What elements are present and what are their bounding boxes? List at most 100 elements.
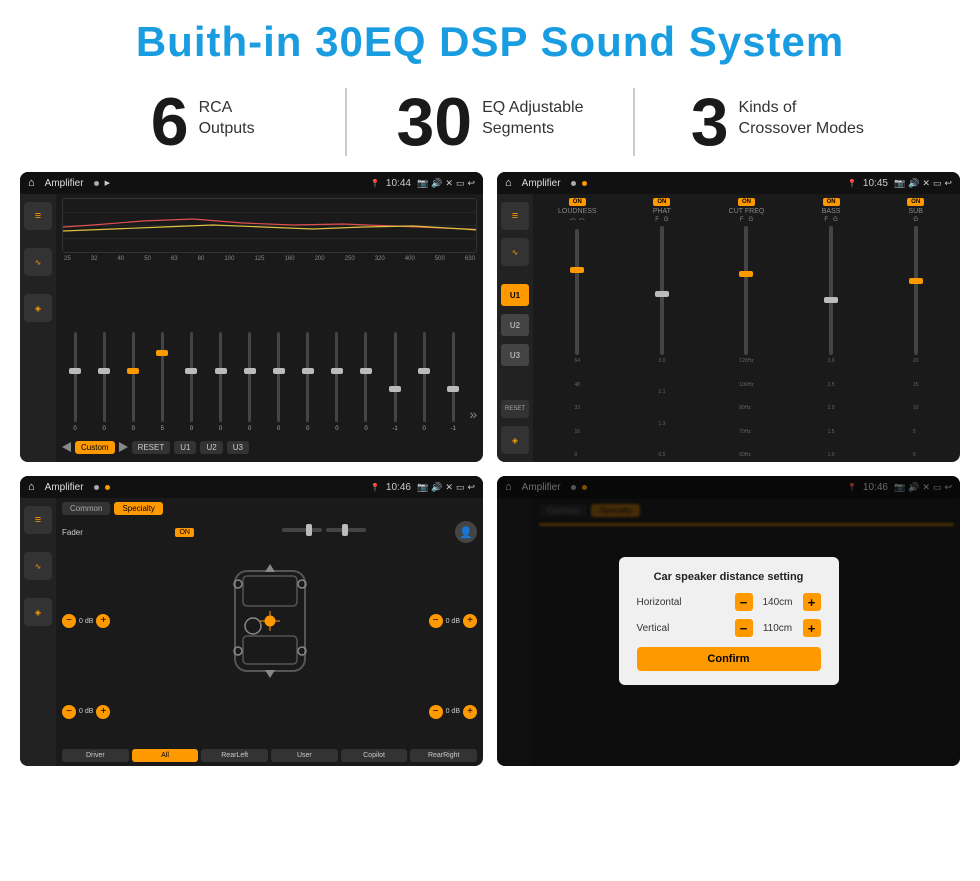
fader-on-badge: ON <box>175 528 194 537</box>
eq-u1-btn[interactable]: U1 <box>174 441 196 454</box>
eq-u2-btn[interactable]: U2 <box>200 441 222 454</box>
eq-col-2[interactable]: 0 <box>91 332 117 432</box>
btn-copilot[interactable]: Copilot <box>341 749 408 762</box>
cutfreq-on[interactable]: ON <box>738 198 755 206</box>
horizontal-minus-btn[interactable]: − <box>735 593 753 611</box>
fader-wave-icon[interactable]: ∿ <box>24 552 52 580</box>
eq-col-8[interactable]: 0 <box>266 332 292 432</box>
bass-label: BASS <box>822 208 841 215</box>
eq-sliders-area: 0 0 0 5 0 0 0 0 0 0 0 -1 0 -1 » <box>62 266 477 432</box>
fader-top: Fader ON 👤 <box>62 521 477 543</box>
dialog-title: Car speaker distance setting <box>637 571 821 583</box>
rr-minus[interactable]: − <box>429 705 443 719</box>
cutfreq-slider[interactable] <box>744 226 748 355</box>
vol-icon-1: 🔊 <box>431 178 442 189</box>
eq-custom-btn[interactable]: Custom <box>75 441 115 454</box>
fader-h-slider2[interactable] <box>326 528 366 532</box>
xover-ch-loudness: ON LOUDNESS ⌒⌒ 644832160 <box>537 198 618 458</box>
horizontal-plus-btn[interactable]: + <box>803 593 821 611</box>
eq-col-4[interactable]: 5 <box>149 332 175 432</box>
xover-u2-side[interactable]: U2 <box>501 314 529 336</box>
xover-spk-icon[interactable]: ◈ <box>501 426 529 454</box>
eq-col-12[interactable]: -1 <box>382 332 408 432</box>
loudness-on[interactable]: ON <box>569 198 586 206</box>
dialog-horizontal-label: Horizontal <box>637 597 682 608</box>
xover-ch-sub: ON SUB G 20151050 <box>875 198 956 458</box>
eq-col-1[interactable]: 0 <box>62 332 88 432</box>
fader-bottom-btns: Driver All RearLeft User Copilot RearRig… <box>62 749 477 762</box>
dialog-horizontal-control: − 140cm + <box>735 593 821 611</box>
rl-minus[interactable]: − <box>62 705 76 719</box>
eq-more-btn[interactable]: » <box>469 406 477 432</box>
stats-row: 6 RCA Outputs 30 EQ Adjustable Segments … <box>0 80 980 172</box>
confirm-button[interactable]: Confirm <box>637 647 821 671</box>
eq-col-10[interactable]: 0 <box>324 332 350 432</box>
eq-graph-svg <box>63 199 476 252</box>
fader-main-area: Common Specialty Fader ON 👤 − <box>56 498 483 766</box>
fr-plus[interactable]: + <box>463 614 477 628</box>
x-icon-1: ✕ <box>445 178 453 189</box>
loudness-slider[interactable] <box>575 229 579 355</box>
stat-number-crossover: 3 <box>691 88 729 156</box>
bass-labels: 3.02.52.01.51.0 <box>828 358 835 458</box>
eq-icon-btn[interactable]: ≡ <box>24 202 52 230</box>
cutfreq-labels: 120Hz100Hz80Hz70Hz60Hz <box>739 358 753 458</box>
xover-reset-side[interactable]: RESET <box>501 400 529 418</box>
fl-plus[interactable]: + <box>96 614 110 628</box>
eq-graph <box>62 198 477 253</box>
xover-u3-side[interactable]: U3 <box>501 344 529 366</box>
fr-minus[interactable]: − <box>429 614 443 628</box>
fader-sliders <box>282 528 366 532</box>
btn-user[interactable]: User <box>271 749 338 762</box>
bass-on[interactable]: ON <box>823 198 840 206</box>
sub-on[interactable]: ON <box>907 198 924 206</box>
profile-icon[interactable]: 👤 <box>455 521 477 543</box>
dot-3a <box>94 485 99 490</box>
fader-eq-icon[interactable]: ≡ <box>24 506 52 534</box>
rr-plus[interactable]: + <box>463 705 477 719</box>
vertical-plus-btn[interactable]: + <box>803 619 821 637</box>
location-icon-3: 📍 <box>370 483 380 492</box>
eq-reset-btn[interactable]: RESET <box>132 441 171 454</box>
eq-col-7[interactable]: 0 <box>237 332 263 432</box>
sub-slider[interactable] <box>914 226 918 355</box>
stat-line2-eq: Segments <box>482 119 583 140</box>
btn-driver[interactable]: Driver <box>62 749 129 762</box>
tab-specialty[interactable]: Specialty <box>114 502 162 515</box>
xover-eq-icon[interactable]: ≡ <box>501 202 529 230</box>
fader-spk-icon[interactable]: ◈ <box>24 598 52 626</box>
wave-icon-btn[interactable]: ∿ <box>24 248 52 276</box>
bass-fg: F G <box>824 217 837 223</box>
speaker-icon-btn[interactable]: ◈ <box>24 294 52 322</box>
xover-wave-icon[interactable]: ∿ <box>501 238 529 266</box>
fr-value: 0 dB <box>446 618 460 625</box>
fl-minus[interactable]: − <box>62 614 76 628</box>
vertical-minus-btn[interactable]: − <box>735 619 753 637</box>
eq-next-btn[interactable] <box>119 442 128 452</box>
status-bar-2: ⌂ Amplifier 📍 10:45 📷 🔊 ✕ ▭ ↩ <box>497 172 960 194</box>
btn-rearleft[interactable]: RearLeft <box>201 749 268 762</box>
eq-col-6[interactable]: 0 <box>207 332 233 432</box>
fader-h-slider1[interactable] <box>282 528 322 532</box>
xover-u1-side[interactable]: U1 <box>501 284 529 306</box>
btn-all[interactable]: All <box>132 749 199 762</box>
eq-col-14[interactable]: -1 <box>440 332 466 432</box>
eq-col-9[interactable]: 0 <box>295 332 321 432</box>
phat-label: PHAT <box>653 208 671 215</box>
phat-on[interactable]: ON <box>653 198 670 206</box>
cam-icon-1: 📷 <box>417 178 428 189</box>
dialog-horizontal-row: Horizontal − 140cm + <box>637 593 821 611</box>
phat-slider[interactable] <box>660 226 664 355</box>
bass-slider[interactable] <box>829 226 833 355</box>
screen-dialog: ⌂ Amplifier 📍 10:46 📷🔊✕▭↩ Common Special… <box>497 476 960 766</box>
eq-col-5[interactable]: 0 <box>178 332 204 432</box>
rl-plus[interactable]: + <box>96 705 110 719</box>
eq-u3-btn[interactable]: U3 <box>227 441 249 454</box>
eq-prev-btn[interactable] <box>62 442 71 452</box>
tab-common[interactable]: Common <box>62 502 110 515</box>
eq-col-3[interactable]: 0 <box>120 332 146 432</box>
play-indicator: ▶ <box>105 179 110 187</box>
eq-col-11[interactable]: 0 <box>353 332 379 432</box>
btn-rearright[interactable]: RearRight <box>410 749 477 762</box>
eq-col-13[interactable]: 0 <box>411 332 437 432</box>
